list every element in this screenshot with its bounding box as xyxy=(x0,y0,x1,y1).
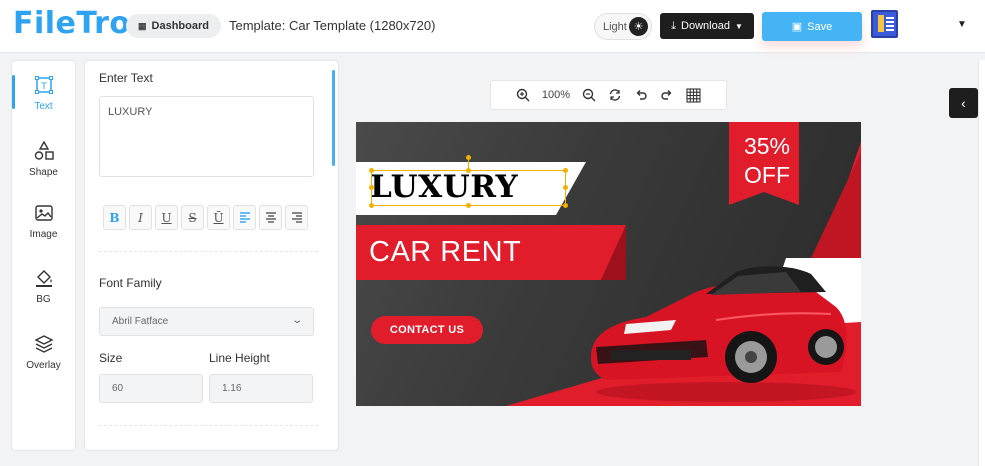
rail-item-label: Shape xyxy=(29,166,58,178)
resize-handle[interactable] xyxy=(369,168,374,173)
save-button[interactable]: ▣ Save xyxy=(762,12,862,41)
contact-us-button[interactable]: CONTACT US xyxy=(371,316,483,344)
undo-button[interactable] xyxy=(628,83,654,107)
rail-item-label: Image xyxy=(29,228,58,240)
zoom-out-icon xyxy=(582,88,596,102)
sun-icon: ☀ xyxy=(629,17,648,36)
floppy-disk-icon: ▣ xyxy=(791,21,803,33)
strikethrough-button[interactable]: S xyxy=(181,205,204,230)
download-button[interactable]: ⤓ Download ▼ xyxy=(660,13,754,39)
text-input[interactable]: LUXURY xyxy=(99,96,314,177)
line-height-input[interactable] xyxy=(209,374,313,403)
app-header: FileTro ▦ Dashboard Template: Car Templa… xyxy=(0,0,985,53)
zoom-in-button[interactable] xyxy=(510,83,536,107)
bold-button[interactable]: B xyxy=(103,205,126,230)
resize-handle[interactable] xyxy=(563,203,568,208)
align-right-icon xyxy=(291,212,302,223)
resize-handle[interactable] xyxy=(563,185,568,190)
download-icon: ⤓ xyxy=(671,19,677,32)
align-left-icon xyxy=(239,212,250,223)
app-logo[interactable]: FileTro xyxy=(13,6,130,41)
subheadline-text[interactable]: CAR RENT xyxy=(369,236,521,269)
rail-item-label: Overlay xyxy=(26,359,61,371)
rail-item-image[interactable]: Image xyxy=(12,193,75,249)
resize-handle[interactable] xyxy=(563,168,568,173)
tool-rail: T Text Shape Image BG Overlay xyxy=(11,60,76,451)
italic-button[interactable]: I xyxy=(129,205,152,230)
rail-item-shape[interactable]: Shape xyxy=(12,131,75,187)
paint-bucket-icon xyxy=(34,268,54,291)
redo-icon xyxy=(661,90,672,100)
save-label: Save xyxy=(807,20,833,33)
dashboard-label: Dashboard xyxy=(151,20,209,32)
overline-button[interactable]: Ū xyxy=(207,205,230,230)
chevron-left-icon: ‹ xyxy=(961,95,966,111)
template-title: Template: Car Template (1280x720) xyxy=(229,18,436,33)
right-panel-edge xyxy=(978,60,985,466)
font-family-label: Font Family xyxy=(99,276,162,290)
align-left-button[interactable] xyxy=(233,205,256,230)
zoom-out-button[interactable] xyxy=(576,83,602,107)
layers-icon xyxy=(33,334,54,357)
canvas-toolbar: 100% xyxy=(490,80,727,110)
rail-item-label: BG xyxy=(36,293,51,305)
shapes-icon xyxy=(34,140,54,164)
rail-item-overlay[interactable]: Overlay xyxy=(12,324,75,380)
grid-toggle-button[interactable] xyxy=(680,83,706,107)
resize-handle[interactable] xyxy=(466,203,471,208)
chevron-down-icon: ⌄ xyxy=(290,315,303,326)
divider xyxy=(99,251,318,252)
caret-down-icon[interactable]: ▼ xyxy=(957,19,967,30)
align-right-button[interactable] xyxy=(285,205,308,230)
panel-scrollbar[interactable] xyxy=(332,70,335,166)
redo-button[interactable] xyxy=(654,83,680,107)
undo-icon xyxy=(636,90,647,100)
collapse-panel-button[interactable]: ‹ xyxy=(949,88,978,118)
size-input[interactable] xyxy=(99,374,203,403)
rail-item-text[interactable]: T Text xyxy=(12,65,75,121)
font-family-select[interactable]: Abril Fatface ⌄ xyxy=(99,307,314,336)
refresh-icon xyxy=(609,89,621,101)
headline-text[interactable]: LUXURY xyxy=(370,168,518,206)
resize-handle[interactable] xyxy=(369,185,374,190)
align-center-button[interactable] xyxy=(259,205,282,230)
book-icon[interactable] xyxy=(871,10,898,38)
grid-icon: ▦ xyxy=(138,20,147,31)
badge-line-1: 35% xyxy=(743,133,791,159)
badge-line-2: OFF xyxy=(744,162,790,188)
caret-down-icon: ▼ xyxy=(734,21,743,31)
theme-toggle[interactable]: Light ☀ xyxy=(594,13,652,40)
font-family-value: Abril Fatface xyxy=(112,316,169,327)
rotate-handle-stem xyxy=(468,159,469,169)
zoom-level: 100% xyxy=(541,89,571,101)
theme-label: Light xyxy=(603,20,627,33)
reset-button[interactable] xyxy=(602,83,628,107)
zoom-in-icon xyxy=(516,88,530,102)
grid-icon xyxy=(685,87,701,103)
properties-panel: Enter Text LUXURY B I U S Ū Font Family … xyxy=(84,60,339,451)
svg-text:T: T xyxy=(40,82,47,92)
enter-text-label: Enter Text xyxy=(99,71,153,85)
rail-item-bg[interactable]: BG xyxy=(12,258,75,314)
rail-item-label: Text xyxy=(34,100,53,112)
resize-handle[interactable] xyxy=(369,203,374,208)
line-height-label: Line Height xyxy=(209,351,270,365)
format-toolbar: B I U S Ū xyxy=(103,205,308,230)
size-label: Size xyxy=(99,351,123,365)
image-icon xyxy=(34,203,54,226)
underline-button[interactable]: U xyxy=(155,205,178,230)
dashboard-button[interactable]: ▦ Dashboard xyxy=(126,14,221,38)
download-label: Download xyxy=(681,20,730,32)
divider xyxy=(99,425,318,426)
discount-badge-text[interactable]: 35% OFF xyxy=(742,132,792,190)
align-center-icon xyxy=(265,212,276,223)
text-box-icon: T xyxy=(34,75,54,98)
